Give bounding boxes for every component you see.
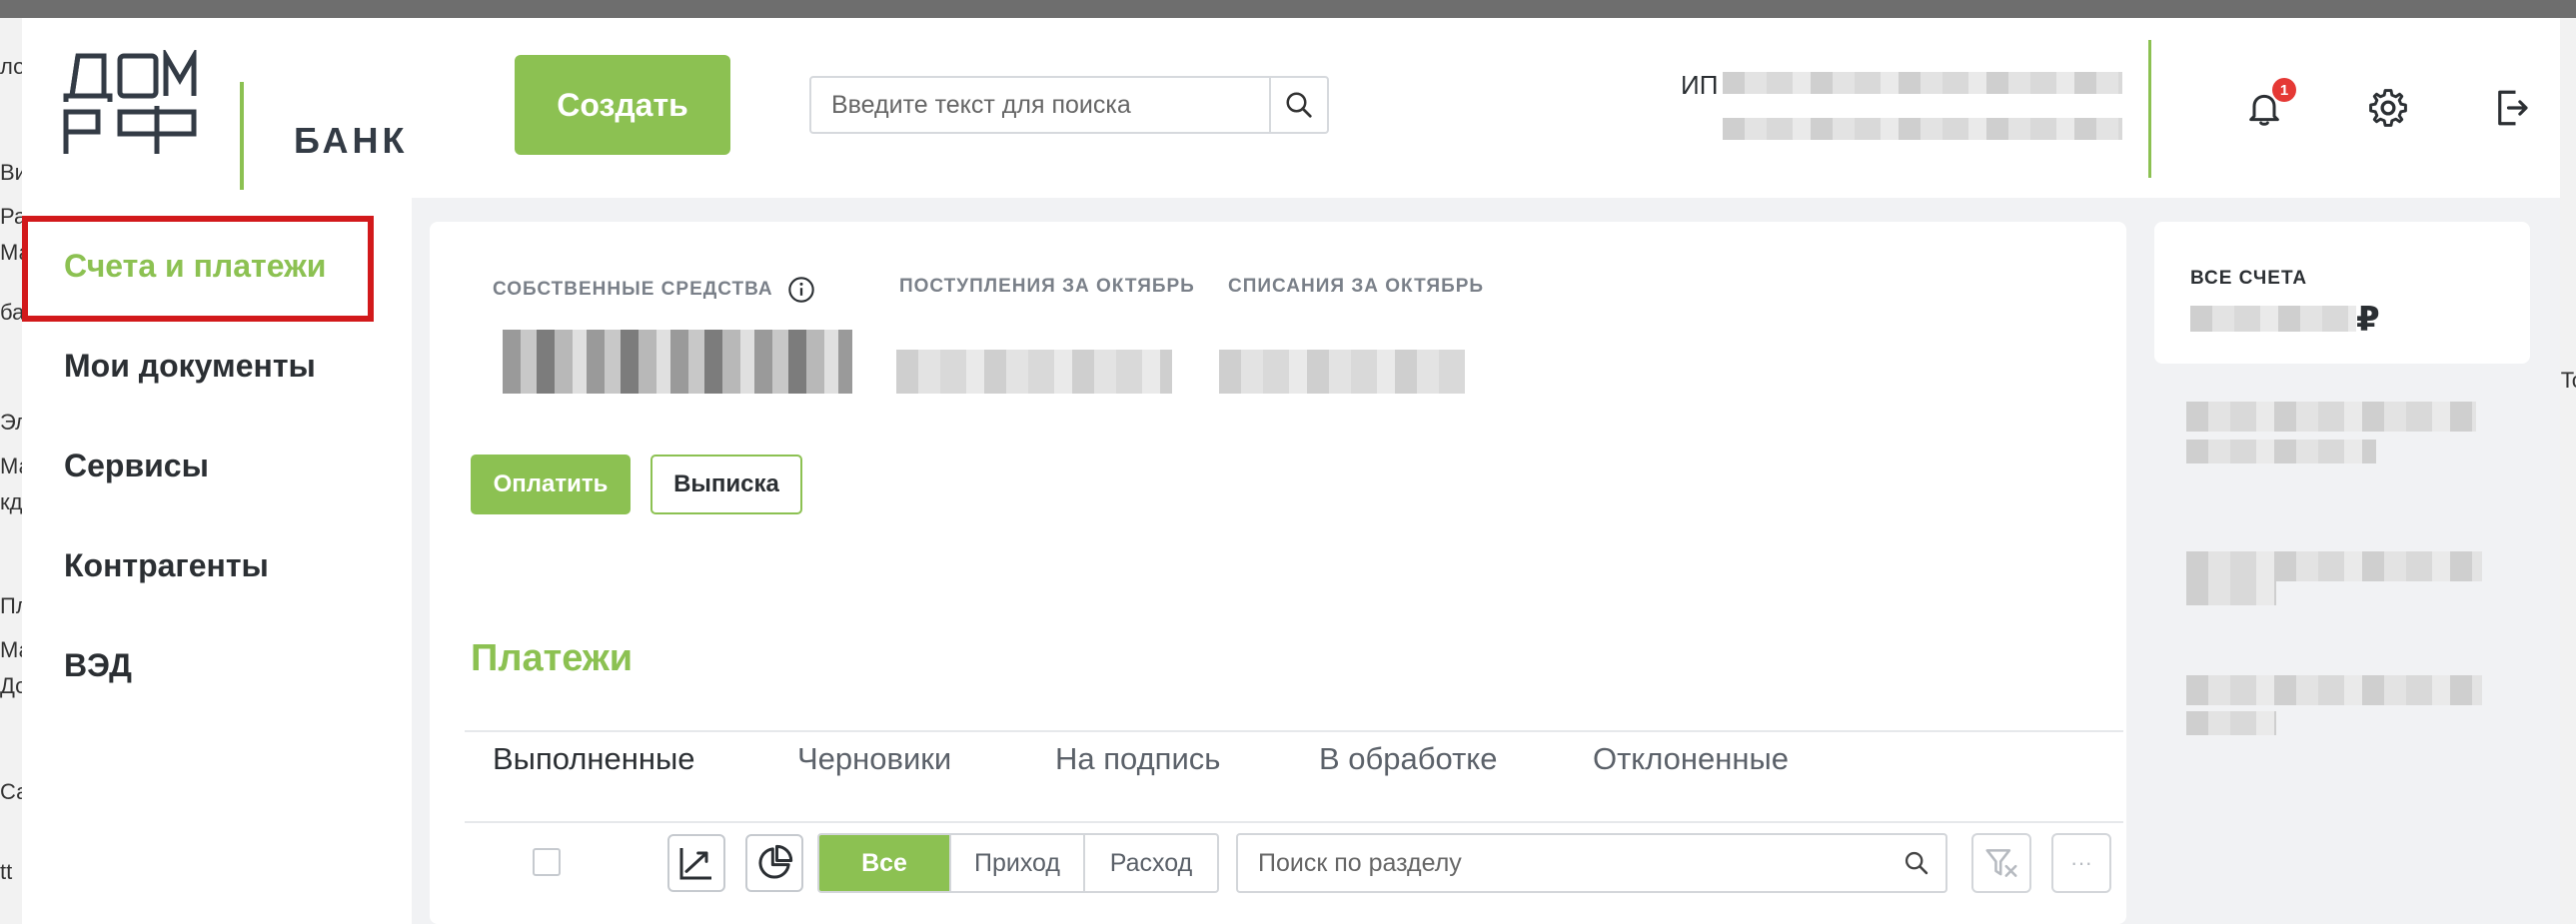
dom-rf-logo-icon bbox=[63, 50, 197, 154]
tab-to-sign[interactable]: На подпись bbox=[1055, 741, 1220, 777]
tab-processing[interactable]: В обработке bbox=[1319, 741, 1497, 777]
background-text: кд bbox=[0, 489, 22, 514]
sidebar-item-services[interactable]: Сервисы bbox=[22, 416, 412, 515]
filter-all[interactable]: Все bbox=[819, 835, 951, 891]
user-inn-redacted bbox=[1723, 118, 2122, 140]
notification-badge: 1 bbox=[2272, 78, 2296, 102]
income-value-redacted bbox=[896, 350, 1172, 394]
account-summary-card bbox=[430, 222, 2126, 924]
background-text: Пле bbox=[0, 593, 22, 618]
all-accounts-label: ВСЕ СЧЕТА bbox=[2190, 268, 2308, 289]
bank-logo[interactable]: БАНК bbox=[62, 50, 404, 190]
background-text: Эли bbox=[0, 410, 22, 435]
account-item-redacted[interactable] bbox=[2186, 675, 2482, 705]
account-item-number-redacted bbox=[2186, 711, 2276, 735]
info-icon[interactable] bbox=[787, 276, 815, 304]
background-text: ло bbox=[0, 54, 22, 79]
sidebar-item-my-documents[interactable]: Мои документы bbox=[22, 316, 412, 416]
background-app-right: i To bbox=[2560, 18, 2576, 924]
background-text: Виз bbox=[0, 160, 22, 185]
pay-button[interactable]: Оплатить bbox=[471, 455, 631, 514]
logout-button[interactable] bbox=[2488, 84, 2536, 132]
accounts-panel: ВСЕ СЧЕТА ₽ bbox=[2154, 222, 2530, 924]
notifications-button[interactable]: 1 bbox=[2240, 78, 2296, 132]
all-accounts-card[interactable]: ВСЕ СЧЕТА ₽ bbox=[2154, 222, 2530, 364]
sidebar-item-ved[interactable]: ВЭД bbox=[22, 615, 412, 715]
sidebar: БАНК Счета и платежи Мои документы Серви… bbox=[22, 18, 412, 924]
expense-label: СПИСАНИЯ ЗА ОКТЯБРЬ bbox=[1228, 276, 1485, 297]
account-item-redacted[interactable] bbox=[2186, 402, 2476, 432]
tab-completed[interactable]: Выполненные bbox=[493, 741, 695, 777]
background-text: Ма bbox=[0, 240, 22, 265]
background-text: До bbox=[0, 673, 22, 698]
sidebar-nav: Счета и платежи Мои документы Сервисы Ко… bbox=[22, 216, 412, 715]
gear-icon bbox=[2369, 89, 2407, 127]
section-search-input[interactable] bbox=[1238, 848, 1888, 878]
sidebar-item-label: Мои документы bbox=[64, 347, 316, 384]
background-text: Ма bbox=[0, 454, 22, 478]
search-input[interactable] bbox=[811, 78, 1269, 132]
logo-divider bbox=[240, 82, 244, 190]
background-text: To bbox=[2560, 368, 2576, 393]
global-search bbox=[809, 76, 1329, 134]
sidebar-item-accounts-payments[interactable]: Счета и платежи bbox=[22, 216, 412, 316]
all-accounts-balance-redacted bbox=[2190, 306, 2356, 332]
background-app-topbar bbox=[0, 0, 2576, 18]
background-text: ба bbox=[0, 300, 22, 325]
sidebar-item-label: ВЭД bbox=[64, 646, 132, 683]
search-icon bbox=[1286, 92, 1312, 118]
section-search bbox=[1236, 833, 1947, 893]
sidebar-item-label: Сервисы bbox=[64, 447, 209, 483]
chart-pie-button[interactable] bbox=[745, 834, 803, 892]
income-label: ПОСТУПЛЕНИЯ ЗА ОКТЯБРЬ bbox=[899, 276, 1195, 297]
background-text: Сае bbox=[0, 779, 22, 804]
account-item-number-redacted bbox=[2186, 440, 2376, 463]
background-app-left: ло Виз Раз Ма ба Эли Ма кд Пле Ма До Сае… bbox=[0, 18, 22, 924]
sidebar-item-counterparties[interactable]: Контрагенты bbox=[22, 515, 412, 615]
currency-symbol: ₽ bbox=[2356, 301, 2380, 339]
user-prefix: ИП bbox=[1681, 70, 1719, 100]
more-button[interactable]: ··· bbox=[2051, 833, 2111, 893]
own-funds-label-text: СОБСТВЕННЫЕ СРЕДСТВА bbox=[493, 279, 773, 301]
user-name-redacted bbox=[1723, 72, 2122, 94]
chart-trend-button[interactable] bbox=[667, 834, 725, 892]
tab-drafts[interactable]: Черновики bbox=[797, 741, 951, 777]
direction-filter: Все Приход Расход bbox=[817, 833, 1219, 893]
background-text: Ма bbox=[0, 637, 22, 662]
divider bbox=[465, 821, 2123, 823]
own-funds-label: СОБСТВЕННЫЕ СРЕДСТВА bbox=[493, 276, 815, 304]
select-all-checkbox[interactable] bbox=[533, 848, 561, 876]
clear-filter-button[interactable] bbox=[1971, 833, 2031, 893]
more-dots-icon: ··· bbox=[2070, 850, 2092, 875]
account-item-redacted[interactable] bbox=[2186, 551, 2482, 581]
filter-income[interactable]: Приход bbox=[951, 835, 1085, 891]
sidebar-item-label: Счета и платежи bbox=[64, 247, 327, 284]
background-text: Раз bbox=[0, 204, 22, 229]
statement-button[interactable]: Выписка bbox=[650, 455, 802, 514]
create-button[interactable]: Создать bbox=[515, 55, 730, 155]
sidebar-item-label: Контрагенты bbox=[64, 546, 269, 583]
header-divider bbox=[2148, 40, 2151, 178]
background-text: tt bbox=[0, 859, 13, 884]
pie-chart-icon bbox=[758, 844, 793, 879]
tab-rejected[interactable]: Отклоненные bbox=[1593, 741, 1789, 777]
logo-bank-text: БАНК bbox=[294, 120, 409, 161]
section-search-button[interactable] bbox=[1888, 849, 1945, 877]
trend-chart-icon bbox=[679, 848, 711, 880]
filter-clear-icon bbox=[1985, 849, 2017, 877]
search-icon bbox=[1905, 851, 1929, 875]
account-item-number-redacted bbox=[2186, 581, 2276, 605]
expense-value-redacted bbox=[1219, 350, 1465, 394]
own-funds-value-redacted bbox=[503, 330, 852, 394]
filter-expense[interactable]: Расход bbox=[1085, 835, 1217, 891]
divider bbox=[465, 730, 2123, 732]
search-button[interactable] bbox=[1269, 78, 1327, 132]
settings-button[interactable] bbox=[2364, 84, 2412, 132]
header: Создать ИП 1 bbox=[412, 18, 2560, 198]
logout-icon bbox=[2498, 90, 2528, 126]
payments-title: Платежи bbox=[471, 637, 634, 679]
